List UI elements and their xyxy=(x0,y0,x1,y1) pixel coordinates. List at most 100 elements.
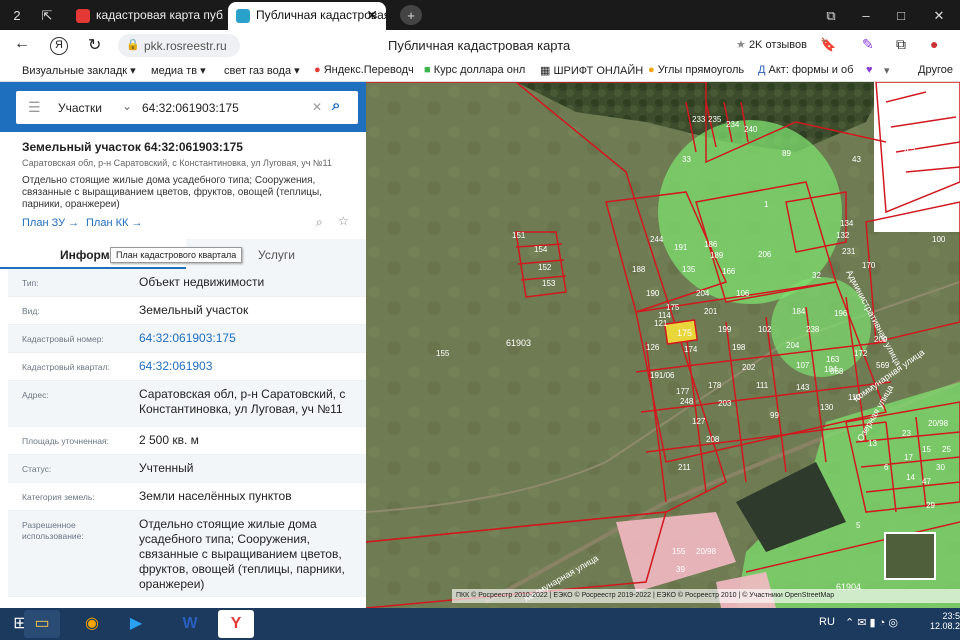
tray-icons[interactable]: ⌃ ✉ ▮ ◔ ◎ xyxy=(845,616,898,629)
parcel-label: 47 xyxy=(922,477,931,486)
bookmark-other[interactable]: Другое xyxy=(918,64,953,76)
url-text: pkk.rosreestr.ru xyxy=(144,39,227,53)
info-panel: ☰ Участки ⌄ 64:32:061903:175 ✕ ⌕ Земельн… xyxy=(0,82,366,608)
parcel-label: 206 xyxy=(758,250,772,259)
tab-count-button[interactable]: 2 xyxy=(6,5,28,25)
bookmark-item[interactable]: Д Акт: формы и об xyxy=(758,64,853,76)
close-tab-icon[interactable]: ✕ xyxy=(366,2,378,28)
map-canvas[interactable]: 175 155 151 154 152 153 244 191 186 188 … xyxy=(366,82,960,608)
map-attribution: ПКК © Росреестр 2010-2022 | ЕЭКО © Росре… xyxy=(452,589,960,603)
new-tab-button[interactable]: + xyxy=(400,5,422,25)
bookmark-item[interactable]: Визуальные закладк ▾ xyxy=(22,64,136,77)
quarter-label: 61903 xyxy=(506,338,531,348)
plan-zu-link[interactable]: План ЗУ → xyxy=(22,217,79,229)
yandex-browser-icon[interactable]: Y xyxy=(218,610,254,638)
chevron-down-icon[interactable]: ⌄ xyxy=(122,99,132,113)
parcel-label: 6 xyxy=(884,463,889,472)
parcel-label: 130 xyxy=(820,403,834,412)
bookmark-item[interactable]: ■ Курс доллара онл xyxy=(424,64,525,76)
property-row: Кадастровый номер: 64:32:061903:175 xyxy=(8,325,366,353)
parcel-label: 248 xyxy=(680,397,694,406)
parcel-label: 155 xyxy=(672,547,686,556)
bookmark-icon[interactable]: 🔖 xyxy=(820,37,836,53)
parcel-label: 89 xyxy=(782,149,791,158)
parcel-description: Отдельно стоящие жилые дома усадебного т… xyxy=(22,175,323,210)
tab-label: кадастровая карта публи xyxy=(96,8,223,22)
parcel-label: 20/98 xyxy=(696,547,717,556)
back-arrow-icon[interactable]: ← xyxy=(14,35,30,53)
reload-icon[interactable]: ↻ xyxy=(88,35,101,55)
parcel-label: 32 xyxy=(812,271,821,280)
url-field[interactable]: 🔒 pkk.rosreestr.ru xyxy=(118,34,240,57)
address-bar: ← Я ↻ 🔒 pkk.rosreestr.ru Публичная кадас… xyxy=(0,30,960,61)
tab-count: 2 xyxy=(13,8,21,23)
browser-tab-bar: 2 ⇱ кадастровая карта публи Публичная ка… xyxy=(0,0,960,30)
parcel-label: 172 xyxy=(854,349,868,358)
parcel-label: 177 xyxy=(676,387,690,396)
font-icon: ▦ xyxy=(540,65,551,77)
parcel-label: 253 xyxy=(902,147,916,156)
clock[interactable]: 23:55 12.08.20 xyxy=(930,611,960,631)
new-tab-group-icon[interactable]: ⇱ xyxy=(36,5,58,25)
tabs-list-icon[interactable]: ⧉ xyxy=(820,5,842,25)
word-icon[interactable]: W xyxy=(172,610,208,638)
parcel-label: 568 xyxy=(830,367,844,376)
parcel-label: 170 xyxy=(862,261,876,270)
bookmarks-bar: Визуальные закладк ▾ медиа тв ▾ свет газ… xyxy=(0,61,960,82)
cadastral-number-link[interactable]: 64:32:061903:175 xyxy=(139,331,359,346)
property-row: Кадастровый квартал: 64:32:061903 xyxy=(8,353,366,381)
parcel-label: 162 xyxy=(906,111,920,120)
property-row: Адрес: Саратовская обл, р-н Саратовский, … xyxy=(8,381,366,427)
bookmark-item[interactable]: свет газ вода ▾ xyxy=(224,64,300,77)
category-select[interactable]: Участки xyxy=(58,101,102,115)
search-icon[interactable]: ⌕ xyxy=(332,97,340,114)
bookmark-item[interactable]: ● Яндекс.Переводч xyxy=(314,64,414,76)
explorer-icon[interactable]: ▭ xyxy=(24,610,60,638)
media-player-icon[interactable]: ▶ xyxy=(118,610,154,638)
bookmark-item[interactable]: ● Углы прямоуголь xyxy=(648,64,744,76)
heart-icon[interactable]: ♥ xyxy=(866,64,873,76)
parcel-label: 202 xyxy=(742,363,756,372)
angle-icon: ● xyxy=(648,64,655,76)
parcel-label: 196 xyxy=(834,309,848,318)
tab-cadastral-active[interactable]: Публичная кадастровая ✕ xyxy=(228,2,386,30)
language-indicator[interactable]: RU xyxy=(819,616,835,628)
reviews-badge[interactable]: ★ 2K отзывов xyxy=(736,38,807,51)
app-icon[interactable]: ◉ xyxy=(74,610,110,638)
extensions-icon[interactable]: ⧉ xyxy=(896,36,906,53)
star-icon[interactable]: ☆ xyxy=(338,214,349,228)
menu-icon[interactable]: ☰ xyxy=(28,99,41,116)
parcel-label: 111 xyxy=(756,381,769,390)
more-chevron-icon[interactable]: ▾ xyxy=(884,64,890,77)
parcel-label: 204 xyxy=(786,341,800,350)
plan-kk-link[interactable]: План КК → xyxy=(86,217,142,229)
bookmark-item[interactable]: медиа тв ▾ xyxy=(151,64,206,77)
parcel-label: 132 xyxy=(836,231,850,240)
page-title: Публичная кадастровая карта xyxy=(388,38,571,53)
pen-icon[interactable]: ✎ xyxy=(862,36,874,53)
parcel-label: 23 xyxy=(902,429,911,438)
parcel-label: 199 xyxy=(718,325,732,334)
bookmark-item[interactable]: ▦ ШРИФТ ОНЛАЙН xyxy=(540,64,643,77)
clear-icon[interactable]: ✕ xyxy=(312,100,322,114)
parcel-label: 201 xyxy=(704,307,718,316)
property-row: Тип: Объект недвижимости xyxy=(8,269,366,297)
yandex-logo-icon[interactable]: Я xyxy=(50,37,68,55)
search-doc-icon[interactable]: ⌕ xyxy=(316,215,323,230)
cadastral-quarter-link[interactable]: 64:32:061903 xyxy=(139,359,359,374)
profile-icon[interactable]: ● xyxy=(930,36,938,52)
search-input[interactable]: 64:32:061903:175 xyxy=(142,101,239,115)
parcel-label: 234 xyxy=(726,120,740,129)
tab-cadastral-1[interactable]: кадастровая карта публи xyxy=(68,2,223,30)
yandex-icon: ● xyxy=(314,64,321,76)
parcel-label: 1 xyxy=(764,200,769,209)
minimize-button[interactable]: – xyxy=(855,5,877,25)
close-window-button[interactable]: ✕ xyxy=(928,5,950,25)
maximize-button[interactable]: □ xyxy=(890,5,912,25)
parcel-label: 106 xyxy=(736,289,750,298)
cadastral-map[interactable]: 175 155 151 154 152 153 244 191 186 188 … xyxy=(366,82,960,608)
doc-icon: Д xyxy=(758,64,766,76)
minimap-thumbnail[interactable] xyxy=(884,532,936,580)
parcel-label: 43 xyxy=(852,155,861,164)
parcel-label: 191/06 xyxy=(650,371,675,380)
